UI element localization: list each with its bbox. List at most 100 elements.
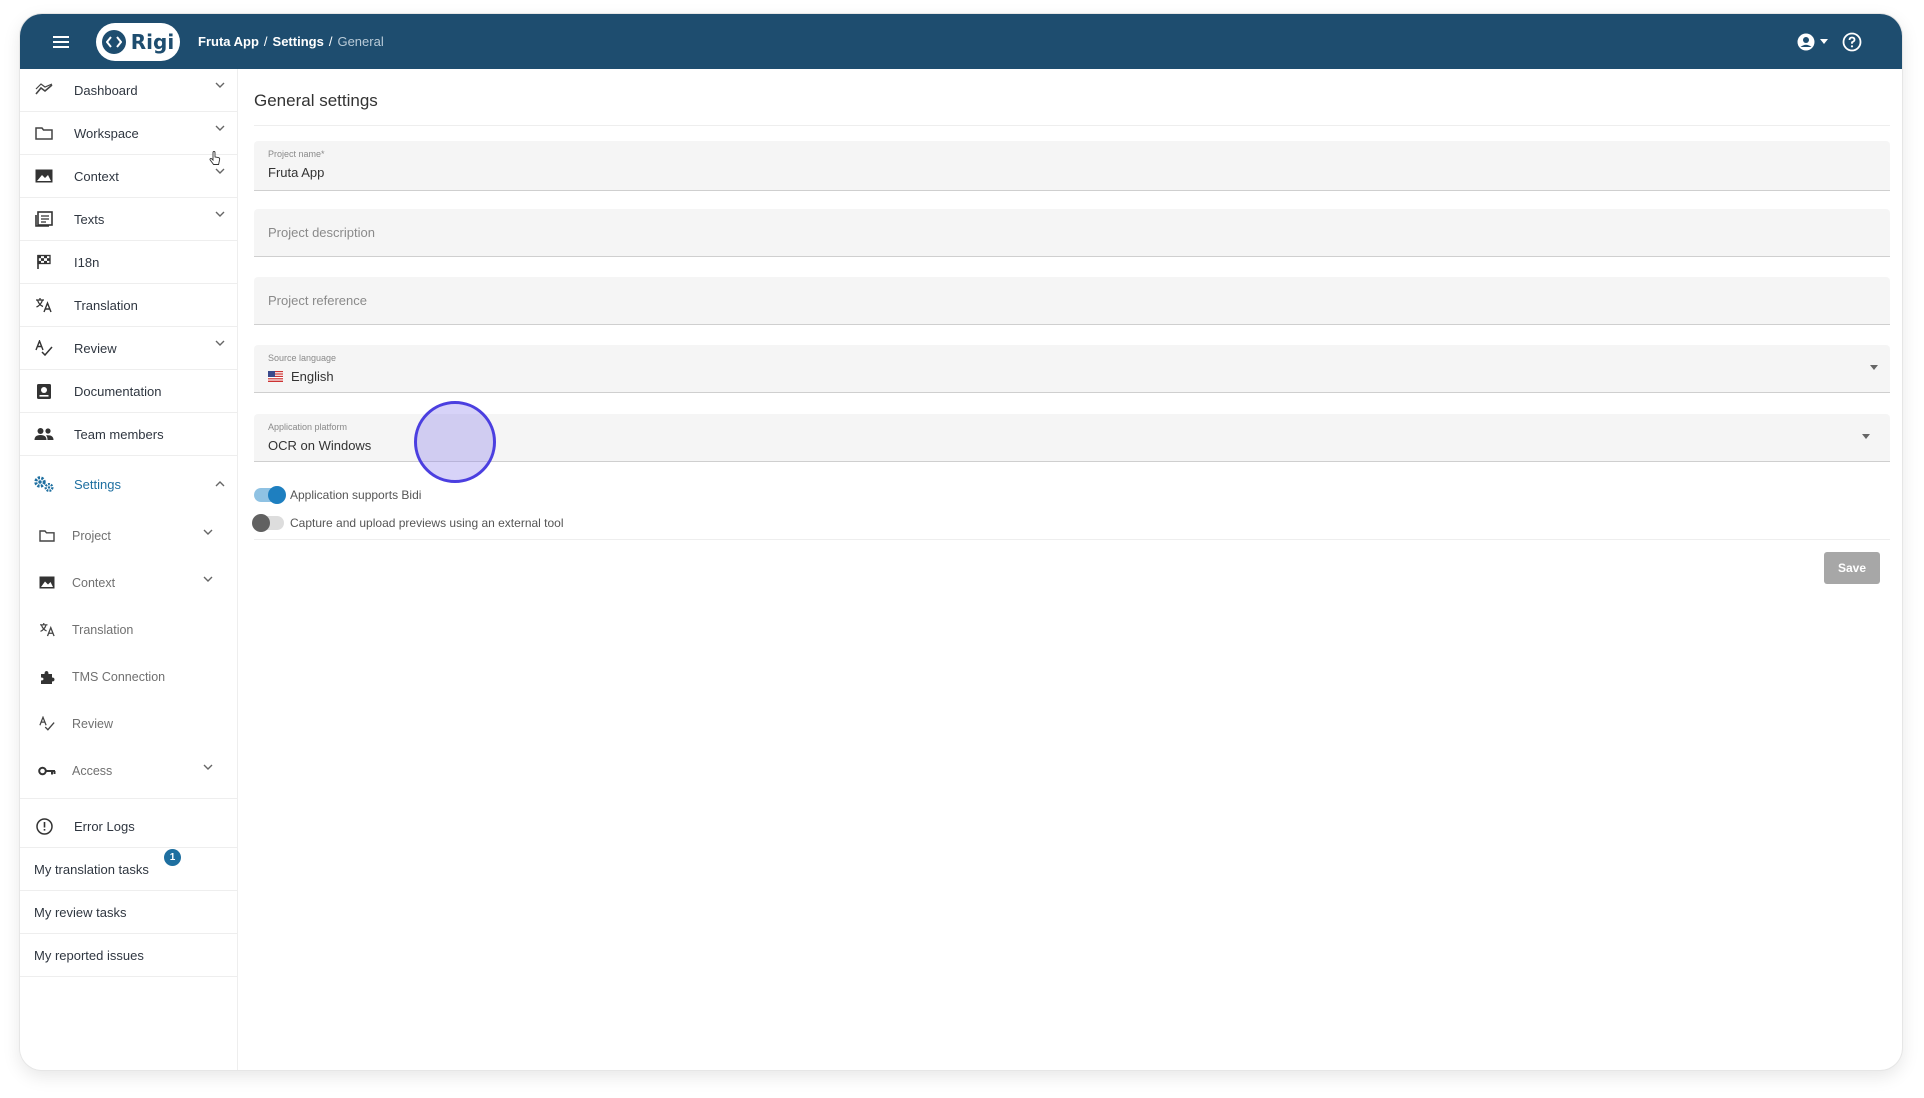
sidebar-item-texts[interactable]: Texts — [20, 198, 237, 241]
settings-item-access[interactable]: Access — [20, 747, 237, 794]
project-name-field[interactable]: Project name* Fruta App — [254, 141, 1890, 191]
divider — [254, 125, 1890, 126]
chevron-down-icon[interactable] — [215, 125, 225, 131]
sidebar-item-label: I18n — [74, 254, 100, 270]
settings-item-tms-connection[interactable]: TMS Connection — [20, 653, 237, 700]
breadcrumb-project[interactable]: Fruta App — [198, 34, 259, 49]
source-language-select[interactable]: Source language English — [254, 345, 1890, 393]
field-value: Fruta App — [268, 165, 325, 180]
chevron-up-icon[interactable] — [215, 481, 225, 487]
field-value: English — [268, 369, 334, 384]
project-description-field[interactable]: Project description — [254, 209, 1890, 257]
sidebar-item-context[interactable]: Context — [20, 155, 237, 198]
caret-down-icon — [1820, 39, 1828, 44]
settings-item-review[interactable]: Review — [20, 700, 237, 747]
spellcheck-icon — [36, 713, 58, 735]
settings-submenu: Project Context Translation TMS Connecti… — [20, 512, 237, 799]
logo-text: Rigi — [130, 29, 175, 54]
toggle-knob — [252, 514, 270, 532]
key-icon — [36, 760, 58, 782]
folder-icon — [32, 121, 56, 145]
toggle-label: Capture and upload previews using an ext… — [290, 516, 564, 530]
settings-item-context[interactable]: Context — [20, 559, 237, 606]
book-icon — [32, 379, 56, 403]
caret-down-icon[interactable] — [1862, 434, 1870, 439]
chevron-down-icon[interactable] — [215, 168, 225, 174]
sidebar-item-label: Workspace — [74, 125, 139, 141]
help-button[interactable] — [1842, 32, 1862, 52]
field-placeholder: Project reference — [268, 293, 367, 308]
user-menu-button[interactable] — [1797, 33, 1828, 51]
sidebar-item-label: Team members — [74, 426, 164, 442]
task-label: My translation tasks — [34, 861, 149, 877]
sidebar-item-label: Error Logs — [74, 818, 135, 834]
save-button[interactable]: Save — [1824, 552, 1880, 584]
sidebar-item-i18n[interactable]: I18n — [20, 241, 237, 284]
image-icon — [32, 164, 56, 188]
toggle-label: Application supports Bidi — [290, 488, 422, 502]
hamburger-menu-button[interactable] — [38, 19, 84, 65]
translate-icon — [36, 619, 58, 641]
sidebar-item-settings[interactable]: Settings — [20, 456, 237, 512]
sidebar-item-label: Texts — [74, 211, 105, 227]
task-label: My review tasks — [34, 904, 127, 920]
account-circle-icon — [1797, 33, 1815, 50]
project-reference-field[interactable]: Project reference — [254, 277, 1890, 325]
settings-item-label: Access — [72, 763, 113, 778]
chevron-down-icon[interactable] — [215, 211, 225, 217]
rigi-logo[interactable]: Rigi — [96, 22, 180, 61]
sidebar-item-label: Review — [74, 340, 117, 356]
bidi-toggle-row: Application supports Bidi — [254, 486, 422, 504]
translate-icon — [32, 293, 56, 317]
breadcrumb-settings[interactable]: Settings — [273, 34, 324, 49]
sidebar-item-label: Translation — [74, 297, 138, 313]
hamburger-icon — [53, 35, 69, 48]
rigi-logo-mark-icon — [101, 29, 126, 54]
sidebar-item-dashboard[interactable]: Dashboard — [20, 69, 237, 112]
chevron-down-icon[interactable] — [215, 82, 225, 88]
sidebar-item-team-members[interactable]: Team members — [20, 413, 237, 456]
sidebar-item-my-reported-issues[interactable]: My reported issues — [20, 934, 237, 977]
flag-icon — [32, 250, 56, 274]
sidebar-item-documentation[interactable]: Documentation — [20, 370, 237, 413]
top-right-actions — [1797, 32, 1862, 52]
sidebar-item-translation[interactable]: Translation — [20, 284, 237, 327]
settings-icon — [32, 472, 56, 496]
chevron-down-icon[interactable] — [203, 764, 213, 770]
sidebar-item-review[interactable]: Review — [20, 327, 237, 370]
settings-item-label: Review — [72, 716, 113, 731]
page-title: General settings — [254, 91, 378, 110]
dashboard-icon — [32, 78, 56, 102]
sidebar: Dashboard Workspace Context Texts I18n T… — [20, 69, 238, 1070]
caret-down-icon[interactable] — [1870, 365, 1878, 370]
sidebar-item-my-review-tasks[interactable]: My review tasks — [20, 891, 237, 934]
external-tool-toggle[interactable] — [252, 514, 284, 532]
bidi-toggle[interactable] — [254, 486, 286, 504]
task-count-badge: 1 — [164, 849, 181, 866]
breadcrumb-separator: / — [263, 34, 268, 49]
sidebar-item-error-logs[interactable]: Error Logs — [20, 805, 237, 848]
app-window: Rigi Fruta App / Settings / General Dash… — [20, 14, 1902, 1070]
image-icon — [36, 572, 58, 594]
source-language-value: English — [291, 369, 334, 384]
field-placeholder: Project description — [268, 225, 375, 240]
settings-item-project[interactable]: Project — [20, 512, 237, 559]
us-flag-icon — [268, 371, 283, 382]
chevron-down-icon[interactable] — [215, 340, 225, 346]
field-label: Source language — [268, 353, 337, 363]
alert-circle-icon — [32, 814, 56, 838]
chevron-down-icon[interactable] — [203, 576, 213, 582]
chevron-down-icon[interactable] — [203, 529, 213, 535]
folder-icon — [36, 525, 58, 547]
field-label: Project name* — [268, 149, 325, 159]
application-platform-select[interactable]: Application platform OCR on Windows — [254, 414, 1890, 462]
spellcheck-icon — [32, 336, 56, 360]
sidebar-item-my-translation-tasks[interactable]: My translation tasks 1 — [20, 848, 237, 891]
settings-item-translation[interactable]: Translation — [20, 606, 237, 653]
sidebar-item-label: Context — [74, 168, 119, 184]
sidebar-item-workspace[interactable]: Workspace — [20, 112, 237, 155]
help-circle-icon — [1842, 32, 1862, 51]
puzzle-icon — [36, 666, 58, 688]
toggle-knob — [268, 486, 286, 504]
divider — [254, 539, 1890, 540]
